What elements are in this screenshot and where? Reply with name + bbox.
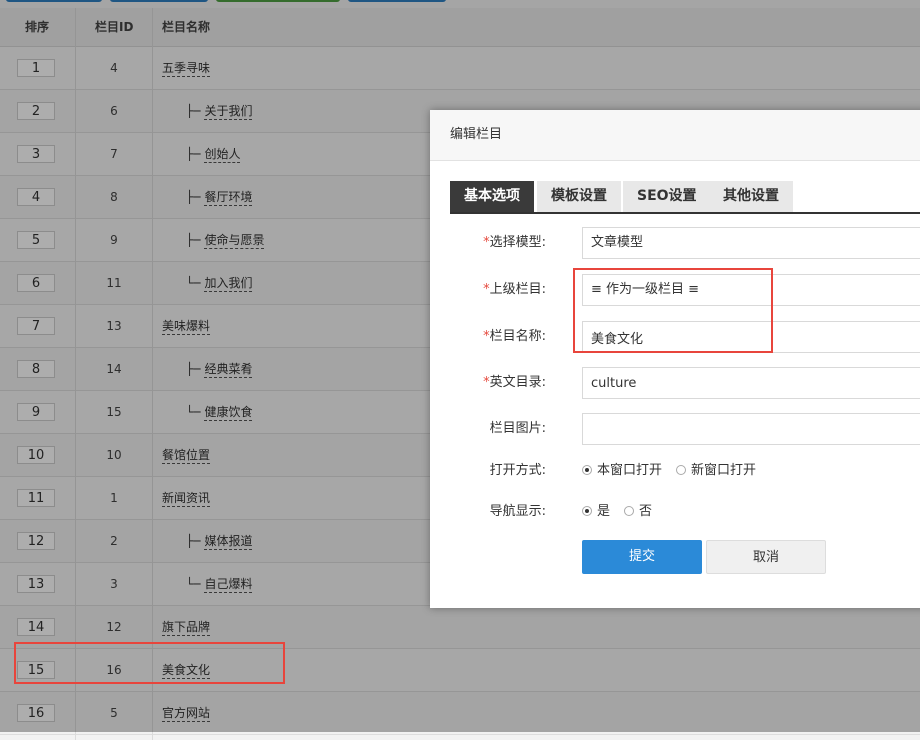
radio-nav-no[interactable] <box>624 506 635 516</box>
dialog-header: 编辑栏目 <box>430 110 920 161</box>
cancel-button[interactable]: 取消 <box>706 540 826 574</box>
tab-seo[interactable]: SEO设置 <box>623 181 711 212</box>
english-dir-input[interactable] <box>582 367 920 399</box>
tab-template[interactable]: 模板设置 <box>537 181 621 212</box>
category-image-input[interactable] <box>582 413 920 445</box>
category-name-input[interactable] <box>582 321 920 353</box>
field-image: 栏目图片: <box>430 413 920 445</box>
field-open-mode: 打开方式: 本窗口打开 新窗口打开 <box>430 455 920 487</box>
radio-nav-no-label: 否 <box>639 504 653 519</box>
parent-label-text: 上级栏目: <box>489 282 546 297</box>
edit-category-dialog: 编辑栏目 基本选项 模板设置 SEO设置 其他设置 *选择模型: 文章模型 *上… <box>430 110 920 608</box>
field-name: *栏目名称: <box>430 321 920 353</box>
submit-button[interactable]: 提交 <box>582 540 702 574</box>
radio-nav-yes-label: 是 <box>597 504 611 519</box>
field-model: *选择模型: 文章模型 <box>430 227 920 259</box>
open-mode-radios: 本窗口打开 新窗口打开 <box>582 455 756 487</box>
radio-same-window[interactable] <box>582 465 592 475</box>
name-label: *栏目名称: <box>483 321 546 353</box>
radio-nav-yes[interactable] <box>582 506 592 516</box>
field-parent: *上级栏目: ≡ 作为一级栏目 ≡ <box>430 274 920 306</box>
parent-select[interactable]: ≡ 作为一级栏目 ≡ <box>582 274 920 306</box>
dir-label: *英文目录: <box>483 367 546 399</box>
model-label: *选择模型: <box>483 227 546 259</box>
radio-same-window-label: 本窗口打开 <box>597 463 663 478</box>
dialog-title: 编辑栏目 <box>450 127 503 142</box>
dialog-tabs: 基本选项 模板设置 SEO设置 其他设置 <box>450 181 920 214</box>
model-select[interactable]: 文章模型 <box>582 227 920 259</box>
parent-label: *上级栏目: <box>483 274 546 306</box>
field-dir: *英文目录: <box>430 367 920 399</box>
radio-new-window[interactable] <box>676 465 687 475</box>
radio-new-window-label: 新窗口打开 <box>691 463 757 478</box>
name-label-text: 栏目名称: <box>489 329 546 344</box>
model-label-text: 选择模型: <box>489 235 546 250</box>
nav-show-radios: 是否 <box>582 496 652 528</box>
nav-show-label: 导航显示: <box>489 504 546 519</box>
dir-label-text: 英文目录: <box>489 375 546 390</box>
tab-other[interactable]: 其他设置 <box>709 181 793 212</box>
tab-basic[interactable]: 基本选项 <box>450 181 534 212</box>
field-nav-show: 导航显示: 是否 <box>430 496 920 528</box>
image-label: 栏目图片: <box>489 421 546 436</box>
open-mode-label: 打开方式: <box>489 463 546 478</box>
